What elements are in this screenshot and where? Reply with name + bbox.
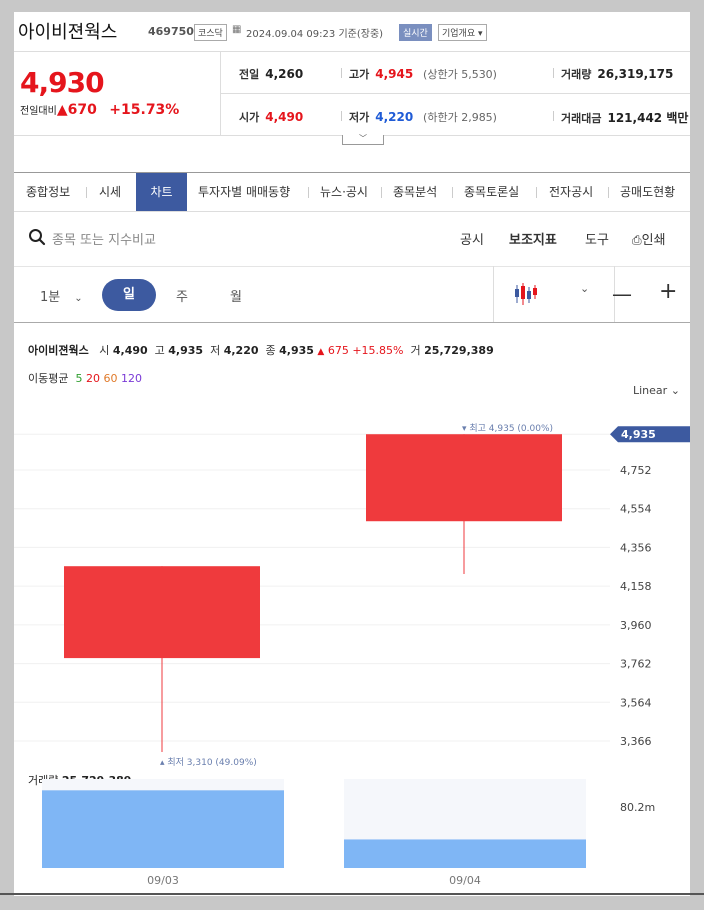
open-price: 시가 4,490 bbox=[239, 110, 304, 124]
x-axis-label: 09/03 bbox=[147, 874, 179, 886]
y-tick-label: 4,356 bbox=[620, 541, 652, 554]
period-selector: 1분 ⌄ 일 주 월 ⌄ — + bbox=[14, 266, 690, 323]
volume-bar bbox=[344, 839, 586, 868]
chevron-down-icon: ⌄ bbox=[670, 384, 680, 397]
y-tick-label: 4,752 bbox=[620, 464, 652, 477]
tab-quotes[interactable]: 시세 bbox=[99, 173, 121, 211]
chart-type-selector[interactable]: ⌄ bbox=[493, 266, 615, 322]
period-day[interactable]: 일 bbox=[102, 279, 156, 311]
candlestick-chart[interactable]: 4,752 4,554 4,356 4,158 3,960 3,762 3,564 3,366… bbox=[14, 407, 690, 767]
stock-name: 아이비젼웍스 bbox=[18, 22, 118, 43]
y-tick-label: 4,158 bbox=[620, 580, 652, 593]
current-price-label: 4,935 bbox=[621, 428, 656, 441]
main-tabs: 종합정보 시세 차트 투자자별 매매동향 뉴스·공시 종목분석 종목토론실 전자… bbox=[14, 172, 690, 212]
volume-axis-label: 80.2m bbox=[620, 801, 655, 814]
y-tick-label: 4,554 bbox=[620, 503, 652, 516]
candlestick-icon bbox=[515, 283, 537, 305]
tab-short-selling[interactable]: 공매도현황 bbox=[620, 173, 675, 211]
indicator-button[interactable]: 보조지표 bbox=[509, 229, 557, 248]
print-button[interactable]: ⎙인쇄 bbox=[632, 229, 666, 248]
chart-toolbar: 종목 또는 지수비교 공시 보조지표 도구 ⎙인쇄 bbox=[14, 210, 690, 267]
chevron-down-icon: ⌄ bbox=[74, 293, 83, 304]
page-bottom-border bbox=[0, 893, 704, 895]
scale-mode-dropdown[interactable]: Linear ⌄ bbox=[633, 384, 680, 397]
printer-icon: ⎙ bbox=[632, 233, 642, 247]
period-week[interactable]: 주 bbox=[176, 286, 188, 305]
calendar-icon: ▦ bbox=[232, 24, 242, 35]
candle-body bbox=[366, 434, 562, 522]
market-badge: 코스닥 bbox=[194, 24, 227, 41]
y-tick-label: 3,564 bbox=[620, 696, 652, 709]
chevron-down-icon: ▾ bbox=[478, 29, 483, 39]
realtime-badge[interactable]: 실시간 bbox=[399, 24, 432, 41]
price-summary: 4,930 전일대비▲670 +15.73% bbox=[14, 51, 221, 136]
tab-overview[interactable]: 종합정보 bbox=[26, 173, 70, 211]
prev-close: 전일 4,260 bbox=[239, 67, 304, 81]
volume-chart[interactable]: 09/03 09/04 80.2m bbox=[14, 766, 690, 886]
price-info-grid: 전일 4,260 고가 4,945 (상한가 5,530) 거래량 26,319,17… bbox=[221, 51, 690, 136]
y-tick-label: 3,960 bbox=[620, 619, 652, 632]
price-change: 전일대비▲670 +15.73% bbox=[20, 102, 179, 118]
chevron-down-icon: ⌄ bbox=[580, 282, 590, 295]
tab-investor-trading[interactable]: 투자자별 매매동향 bbox=[198, 173, 290, 211]
volume-bar bbox=[42, 790, 284, 868]
company-overview-button[interactable]: 기업개요 ▾ bbox=[438, 24, 487, 41]
ohlc-summary: 아이비젼웍스 시 4,490 고 4,935 저 4,220 종 4,935 ▲… bbox=[28, 344, 494, 357]
tab-disclosure[interactable]: 전자공시 bbox=[549, 173, 593, 211]
stock-page: 아이비젼웍스 469750 코스닥 ▦ 2024.09.04 09:23 기준(… bbox=[14, 12, 690, 896]
low-price: 저가 4,220 (하한가 2,985) bbox=[349, 110, 497, 124]
search-input[interactable]: 종목 또는 지수비교 bbox=[52, 229, 156, 248]
tab-chart[interactable]: 차트 bbox=[136, 173, 187, 211]
stock-code: 469750 bbox=[148, 25, 194, 38]
moving-average-legend[interactable]: 이동평균 5 20 60 120 bbox=[28, 370, 142, 386]
tab-news[interactable]: 뉴스·공시 bbox=[320, 173, 368, 211]
trade-amount: 거래대금 121,442 백만 bbox=[561, 111, 689, 125]
tab-analysis[interactable]: 종목분석 bbox=[393, 173, 437, 211]
volume: 거래량 26,319,175 bbox=[561, 67, 674, 81]
period-month[interactable]: 월 bbox=[230, 286, 242, 305]
candle-body bbox=[64, 566, 260, 659]
change-label: 전일대비 bbox=[20, 106, 57, 117]
collapse-button[interactable]: ﹀ bbox=[342, 135, 384, 145]
x-axis-label: 09/04 bbox=[449, 874, 481, 886]
tab-discussion[interactable]: 종목토론실 bbox=[464, 173, 519, 211]
disclosure-button[interactable]: 공시 bbox=[460, 229, 484, 248]
change-percent: +15.73% bbox=[109, 102, 180, 118]
current-price: 4,930 bbox=[20, 66, 105, 99]
y-tick-label: 3,762 bbox=[620, 658, 652, 671]
tool-button[interactable]: 도구 bbox=[585, 229, 609, 248]
zoom-out-icon[interactable]: — bbox=[612, 282, 632, 306]
chevron-down-icon: ﹀ bbox=[359, 134, 367, 143]
search-icon[interactable] bbox=[28, 228, 46, 246]
zoom-in-icon[interactable]: + bbox=[659, 279, 677, 304]
timestamp: 2024.09.04 09:23 기준(장중) bbox=[246, 29, 384, 40]
up-arrow-icon: ▲ bbox=[56, 102, 68, 118]
y-tick-label: 3,366 bbox=[620, 735, 652, 748]
change-value: 670 bbox=[67, 102, 97, 118]
max-price-annotation: ▾ 최고 4,935 (0.00%) bbox=[462, 423, 553, 434]
high-price: 고가 4,945 (상한가 5,530) bbox=[349, 67, 497, 81]
period-minute[interactable]: 1분 ⌄ bbox=[40, 286, 83, 305]
